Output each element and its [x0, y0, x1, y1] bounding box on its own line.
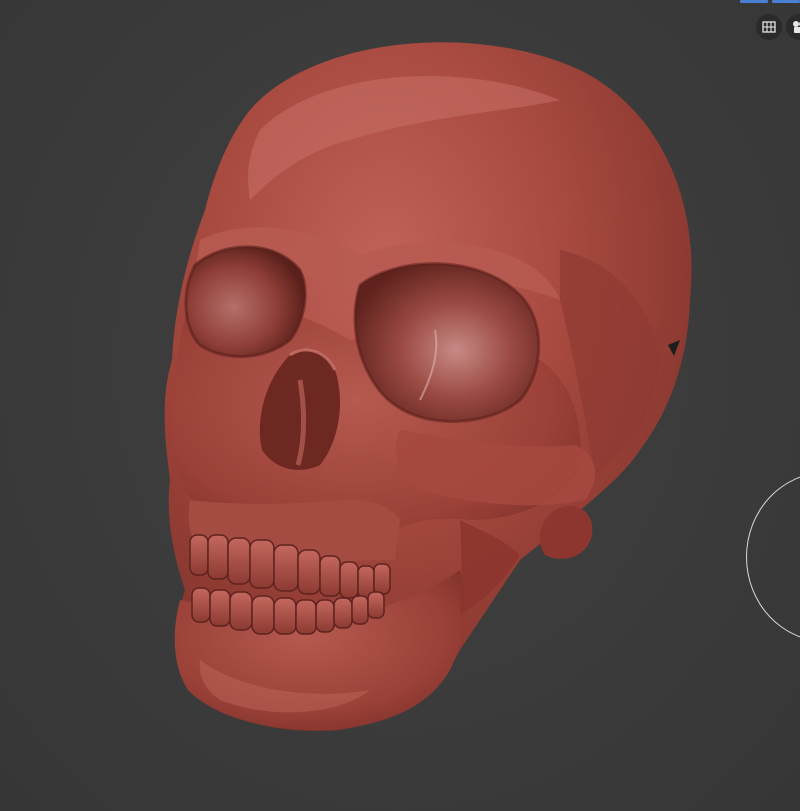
tooth: [229, 591, 253, 631]
tooth: [207, 534, 229, 580]
tooth: [297, 549, 321, 595]
tooth: [273, 544, 299, 592]
tooth: [295, 599, 317, 635]
tooth: [249, 539, 275, 589]
tooth: [351, 595, 369, 625]
3d-viewport[interactable]: [0, 0, 800, 811]
tooth: [373, 563, 391, 595]
left-eye-socket: [185, 246, 306, 357]
tooth: [339, 561, 359, 599]
tooth: [315, 599, 335, 633]
tooth: [319, 555, 341, 597]
tooth: [251, 595, 275, 635]
tooth: [189, 534, 209, 576]
tooth: [367, 591, 385, 619]
tooth: [209, 589, 231, 627]
tooth: [273, 597, 297, 635]
tooth: [333, 597, 353, 629]
tooth: [191, 587, 211, 623]
tooth: [227, 537, 251, 585]
skull-mesh[interactable]: [0, 0, 800, 811]
